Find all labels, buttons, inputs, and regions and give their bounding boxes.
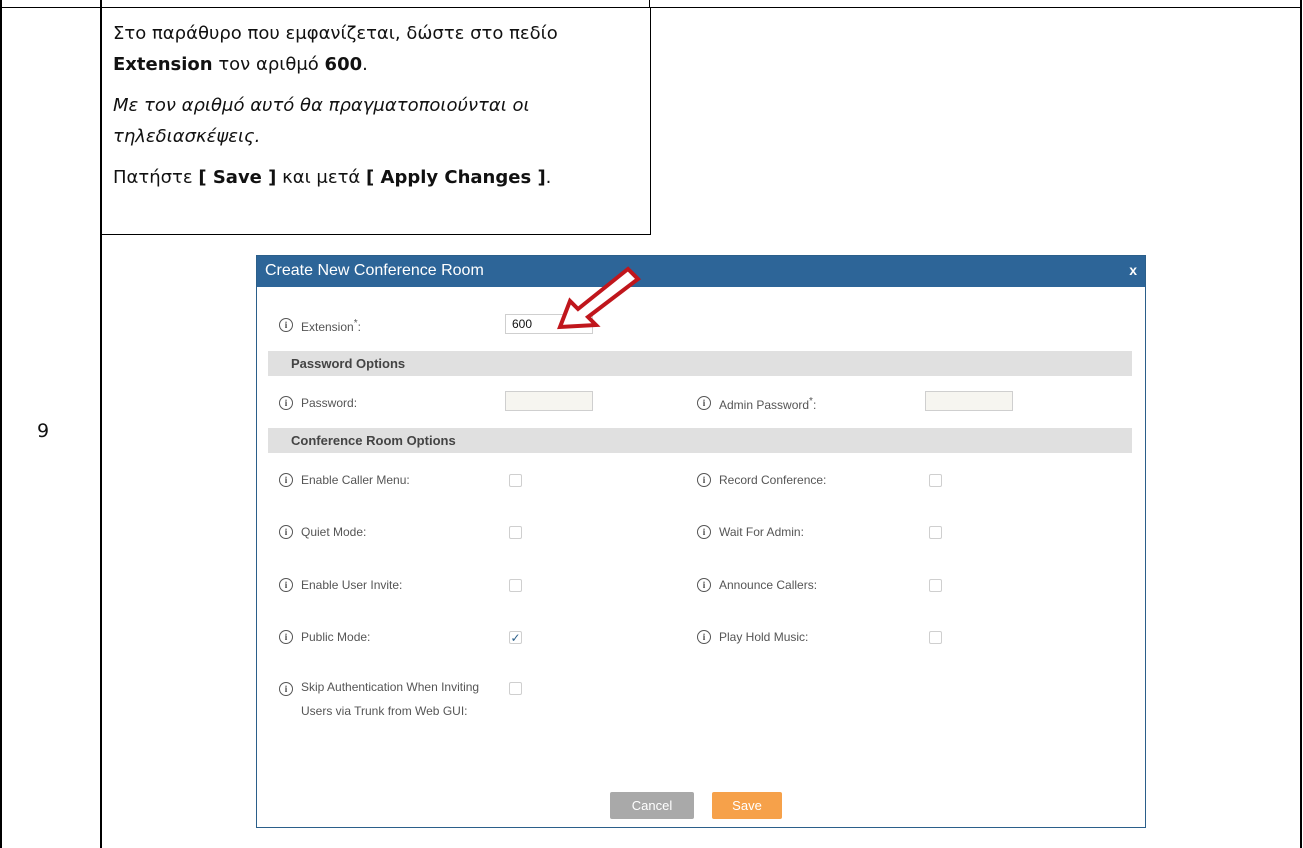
info-icon: i xyxy=(279,318,293,332)
play-hold-music-checkbox[interactable] xyxy=(929,631,942,644)
instruction-field-name: Extension xyxy=(113,54,213,75)
info-icon: i xyxy=(697,578,711,592)
enable-user-invite-label: Enable User Invite: xyxy=(301,578,403,592)
admin-password-label: Admin Password*: xyxy=(719,396,816,412)
announce-callers-checkbox[interactable] xyxy=(929,579,942,592)
instruction-box-border-bottom xyxy=(100,234,651,235)
table-border-column xyxy=(100,0,102,848)
arrow-pointer-icon xyxy=(557,266,642,330)
password-label: Password: xyxy=(301,396,358,410)
play-hold-music-label: Play Hold Music: xyxy=(719,630,809,644)
instruction-text-fragment: Στο παράθυρο που εμφανίζεται, δώστε στο … xyxy=(113,23,558,44)
info-icon: i xyxy=(697,630,711,644)
password-options-section: Password Options xyxy=(268,351,1132,376)
announce-callers-label: Announce Callers: xyxy=(719,578,818,592)
extension-label: Extension*: xyxy=(301,318,361,334)
wait-for-admin-label: Wait For Admin: xyxy=(719,525,804,539)
quiet-mode-label: Quiet Mode: xyxy=(301,525,367,539)
save-button[interactable]: Save xyxy=(712,792,782,819)
dialog-header: Create New Conference Room x xyxy=(257,256,1145,287)
instruction-paragraph-3: Πατήστε [ Save ] και μετά [ Apply Change… xyxy=(113,162,643,193)
cancel-button[interactable]: Cancel xyxy=(610,792,694,819)
extension-label-text: Extension xyxy=(301,320,354,334)
public-mode-checkbox[interactable]: ✓ xyxy=(509,631,522,644)
info-icon: i xyxy=(279,578,293,592)
info-icon: i xyxy=(279,396,293,410)
info-icon: i xyxy=(279,630,293,644)
info-icon: i xyxy=(697,396,711,410)
skip-authentication-checkbox[interactable] xyxy=(509,682,522,695)
info-icon: i xyxy=(279,682,293,696)
instruction-text-fragment: τον αριθμό xyxy=(212,54,325,75)
instruction-value: 600 xyxy=(324,54,363,75)
instruction-paragraph-1: Στο παράθυρο που εμφανίζεται, δώστε στο … xyxy=(113,18,643,80)
instruction-save-reference: [ Save ] xyxy=(198,167,277,188)
instruction-text-fragment: και μετά xyxy=(276,167,367,188)
enable-caller-menu-checkbox[interactable] xyxy=(509,474,522,487)
wait-for-admin-checkbox[interactable] xyxy=(929,526,942,539)
table-border-right xyxy=(1300,0,1302,848)
record-conference-checkbox[interactable] xyxy=(929,474,942,487)
instruction-paragraph-2: Με τον αριθμό αυτό θα πραγματοποιούνται … xyxy=(113,95,530,147)
create-conference-room-dialog: Create New Conference Room x i Extension… xyxy=(256,255,1146,828)
section-title: Password Options xyxy=(291,356,406,371)
close-icon[interactable]: x xyxy=(1129,262,1137,278)
section-title: Conference Room Options xyxy=(291,433,456,448)
table-border-left xyxy=(0,0,2,848)
label-colon: : xyxy=(357,320,361,334)
info-icon: i xyxy=(279,473,293,487)
instruction-apply-reference: [ Apply Changes ] xyxy=(366,167,546,188)
info-icon: i xyxy=(279,525,293,539)
conference-room-options-section: Conference Room Options xyxy=(268,428,1132,453)
enable-user-invite-checkbox[interactable] xyxy=(509,579,522,592)
instruction-text-fragment: . xyxy=(545,167,552,188)
table-border-top xyxy=(0,7,1302,8)
enable-caller-menu-label: Enable Caller Menu: xyxy=(301,473,410,487)
info-icon: i xyxy=(697,525,711,539)
admin-password-input[interactable] xyxy=(925,391,1013,411)
instruction-box-border-right xyxy=(650,7,651,234)
dialog-title: Create New Conference Room xyxy=(265,262,484,279)
admin-password-label-text: Admin Password xyxy=(719,398,810,412)
step-number: 9 xyxy=(37,420,50,442)
instruction-text-fragment: . xyxy=(362,54,368,75)
skip-authentication-label: Skip Authentication When Inviting Users … xyxy=(301,680,480,718)
record-conference-label: Record Conference: xyxy=(719,473,827,487)
password-input[interactable] xyxy=(505,391,593,411)
instruction-text-fragment: Πατήστε xyxy=(113,167,199,188)
info-icon: i xyxy=(697,473,711,487)
instruction-text: Στο παράθυρο που εμφανίζεται, δώστε στο … xyxy=(113,18,643,203)
public-mode-label: Public Mode: xyxy=(301,630,371,644)
quiet-mode-checkbox[interactable] xyxy=(509,526,522,539)
label-colon: : xyxy=(812,398,817,412)
